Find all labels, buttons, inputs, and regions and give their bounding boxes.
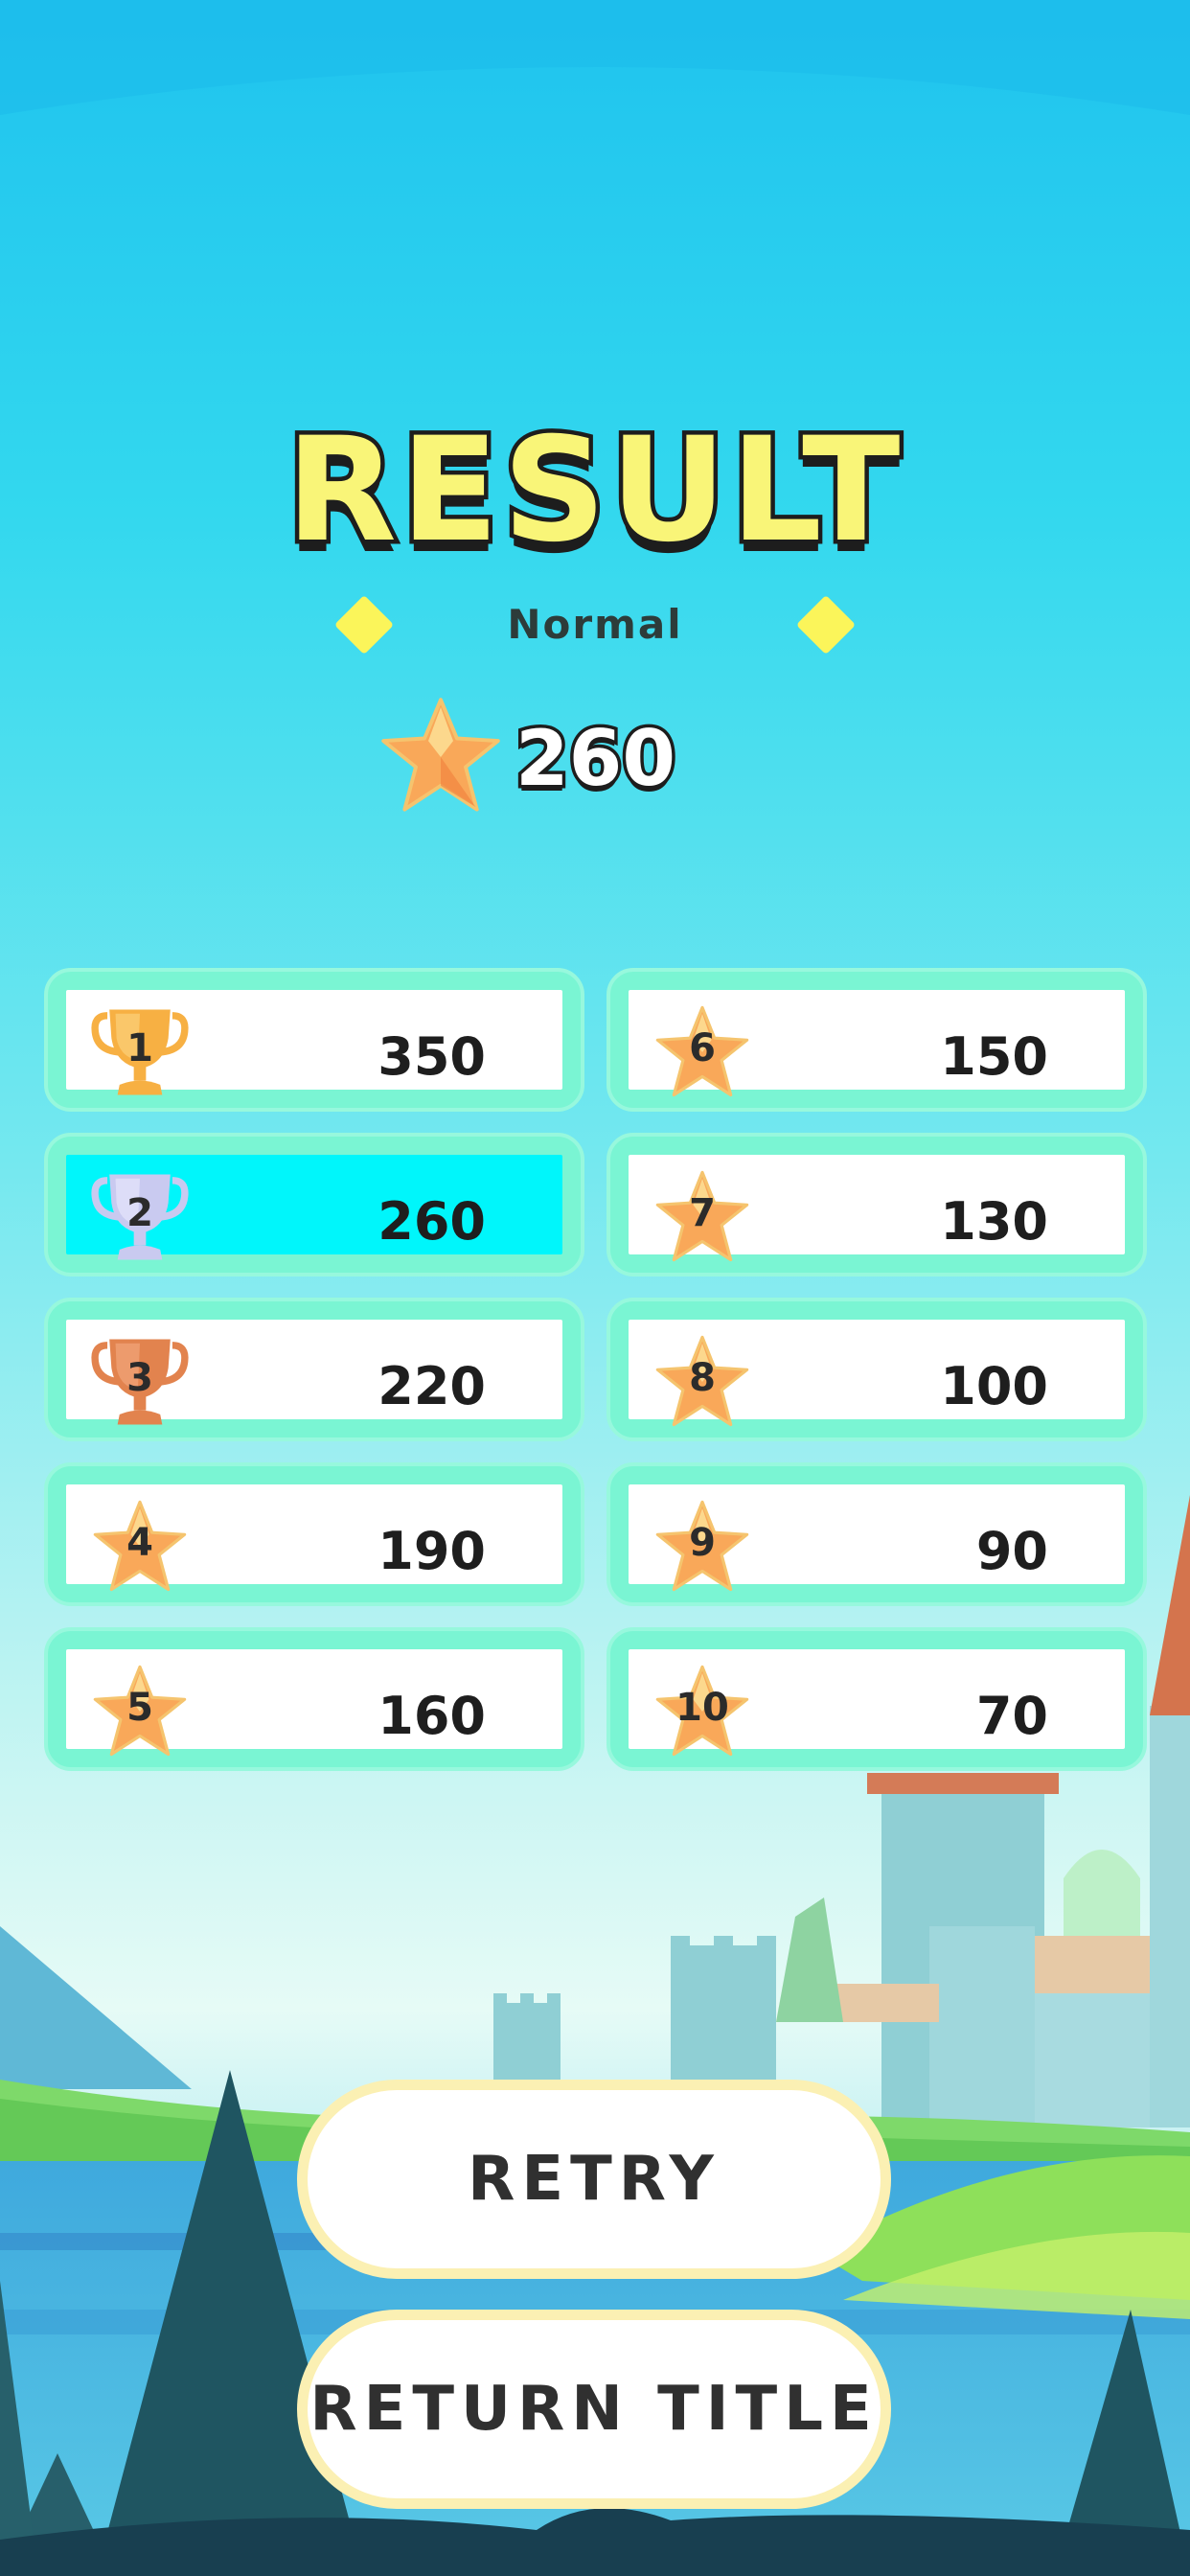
current-score-value: 260 xyxy=(513,711,679,807)
rank-number: 7 xyxy=(689,1191,716,1235)
ranking-row-panel: 8 100 xyxy=(629,1320,1125,1427)
ranking-row: 9 90 xyxy=(606,1462,1147,1606)
rank-score: 70 xyxy=(975,1686,1048,1746)
return-title-button[interactable]: RETURN TITLE xyxy=(297,2310,891,2509)
ranking-row: 1 350 xyxy=(44,968,584,1112)
ranking-row-panel: 7 130 xyxy=(629,1155,1125,1262)
rank-score: 90 xyxy=(975,1521,1048,1581)
ranking-row-panel: 9 90 xyxy=(629,1484,1125,1592)
ranking-row-panel: 6 150 xyxy=(629,990,1125,1097)
ranking-row: 8 100 xyxy=(606,1298,1147,1441)
rank-number: 2 xyxy=(126,1191,153,1235)
rank-score: 150 xyxy=(940,1026,1048,1087)
rank-score: 160 xyxy=(378,1686,486,1746)
ranking-row: 3 220 xyxy=(44,1298,584,1441)
rank-number: 9 xyxy=(689,1521,716,1565)
ranking-row-panel: 4 190 xyxy=(66,1484,562,1592)
rank-score: 350 xyxy=(378,1026,486,1087)
ranking-row: 4 190 xyxy=(44,1462,584,1606)
rank-score: 130 xyxy=(940,1191,1048,1252)
ranking-row: 6 150 xyxy=(606,968,1147,1112)
rank-number: 10 xyxy=(675,1686,729,1730)
ranking-row-panel: 10 70 xyxy=(629,1649,1125,1757)
ranking-row-panel: 5 160 xyxy=(66,1649,562,1757)
star-icon xyxy=(381,698,500,812)
rank-score: 100 xyxy=(940,1356,1048,1416)
ranking-row-panel: 1 350 xyxy=(66,990,562,1095)
rank-number: 8 xyxy=(689,1356,716,1400)
ranking-row: 5 160 xyxy=(44,1627,584,1771)
ranking-row-panel: 3 220 xyxy=(66,1320,562,1425)
retry-button[interactable]: RETRY xyxy=(297,2080,891,2279)
ranking-row: 10 70 xyxy=(606,1627,1147,1771)
rank-score: 190 xyxy=(378,1521,486,1581)
ranking-row: 2 260 xyxy=(44,1133,584,1276)
rank-number: 3 xyxy=(126,1356,153,1400)
difficulty-label: Normal xyxy=(507,601,683,648)
ranking-row-panel: 2 260 xyxy=(66,1155,562,1260)
rank-number: 4 xyxy=(126,1521,153,1565)
current-score: 260 xyxy=(378,695,819,819)
rank-score: 260 xyxy=(378,1191,486,1252)
rank-number: 6 xyxy=(689,1026,716,1070)
rank-score: 220 xyxy=(378,1356,486,1416)
rank-number: 1 xyxy=(126,1026,153,1070)
rank-number: 5 xyxy=(126,1686,153,1730)
ranking-row: 7 130 xyxy=(606,1133,1147,1276)
result-title: RESULT xyxy=(282,403,904,579)
